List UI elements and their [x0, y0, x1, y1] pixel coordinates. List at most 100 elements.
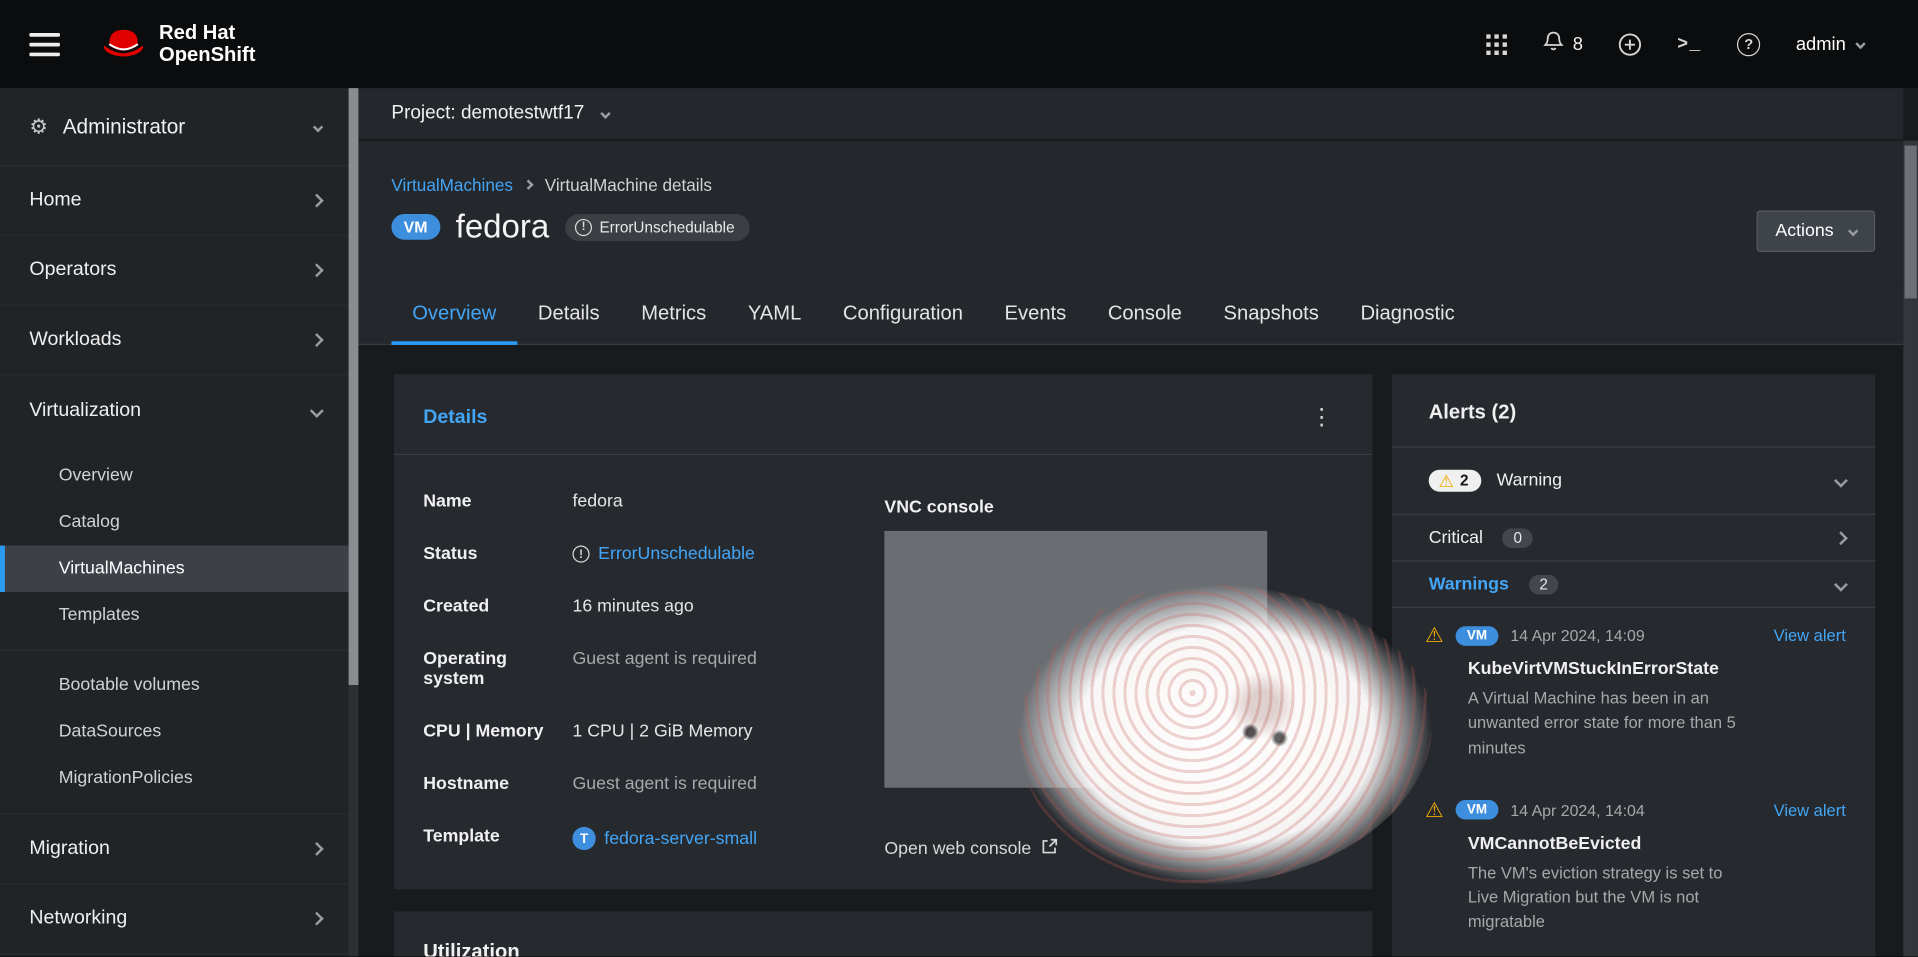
view-alert-link[interactable]: View alert [1774, 801, 1846, 819]
tab-metrics[interactable]: Metrics [620, 284, 727, 344]
sidebar-item-bootable-volumes[interactable]: Bootable volumes [0, 662, 349, 708]
warning-triangle-icon: ⚠ [1438, 472, 1453, 489]
external-link-icon [1041, 838, 1058, 860]
sidebar-item-home[interactable]: Home [0, 166, 349, 236]
sidebar-item-label: Migration [29, 838, 110, 860]
breadcrumb-link-virtualmachines[interactable]: VirtualMachines [391, 175, 513, 195]
alert-group-critical[interactable]: Critical 0 [1392, 515, 1875, 560]
field-label: Created [423, 597, 572, 617]
tab-details[interactable]: Details [517, 284, 620, 344]
template-link[interactable]: fedora-server-small [604, 829, 757, 849]
tab-overview[interactable]: Overview [391, 284, 517, 344]
field-label: CPU | Memory [423, 722, 572, 742]
sidebar: ⚙ Administrator Home Operators Workloads… [0, 88, 349, 956]
sidebar-scrollbar[interactable] [349, 88, 359, 956]
project-selector-label: Project: demotestwtf17 [391, 103, 584, 125]
field-value: 1 CPU | 2 GiB Memory [572, 722, 752, 742]
alert-timestamp: 14 Apr 2024, 14:09 [1510, 626, 1644, 644]
brand-text: Red Hat OpenShift [159, 21, 255, 66]
exclamation-circle-icon: ! [575, 218, 592, 235]
tab-events[interactable]: Events [984, 284, 1087, 344]
tab-console[interactable]: Console [1087, 284, 1203, 344]
bell-icon [1542, 30, 1564, 58]
tab-configuration[interactable]: Configuration [822, 284, 984, 344]
group-label: Warnings [1429, 574, 1509, 594]
perspective-switcher[interactable]: ⚙ Administrator [0, 88, 349, 166]
chevron-right-icon [310, 333, 324, 347]
alerts-summary-row[interactable]: ⚠ 2 Warning [1392, 448, 1875, 514]
brand-logo[interactable]: Red Hat OpenShift [102, 21, 256, 66]
gear-icon: ⚙ [29, 114, 48, 138]
tab-diagnostic[interactable]: Diagnostic [1340, 284, 1476, 344]
sidebar-item-datasources[interactable]: DataSources [0, 708, 349, 754]
details-card-header: Details ⋮ [394, 374, 1373, 454]
sidebar-item-label: Overview [59, 466, 133, 486]
alert-timestamp: 14 Apr 2024, 14:04 [1510, 801, 1644, 819]
field-created: Created 16 minutes ago [423, 597, 888, 617]
nav-toggle-icon[interactable] [29, 32, 60, 55]
chevron-down-icon [313, 121, 323, 131]
scrollbar-thumb[interactable] [1905, 146, 1917, 299]
field-hostname: Hostname Guest agent is required [423, 774, 888, 794]
sidebar-item-label: Home [29, 190, 81, 212]
sidebar-item-templates[interactable]: Templates [0, 592, 349, 638]
quick-create-button[interactable] [1618, 32, 1641, 55]
sidebar-item-virt-overview[interactable]: Overview [0, 453, 349, 499]
kebab-menu-icon[interactable]: ⋮ [1300, 404, 1343, 432]
sidebar-item-migration[interactable]: Migration [0, 815, 349, 885]
chevron-down-icon [1834, 577, 1848, 591]
tab-bar: Overview Details Metrics YAML Configurat… [358, 284, 1903, 345]
alert-description: A Virtual Machine has been in an unwante… [1468, 686, 1752, 760]
sidebar-item-networking[interactable]: Networking [0, 884, 349, 954]
tab-snapshots[interactable]: Snapshots [1203, 284, 1340, 344]
open-web-console-link[interactable]: Open web console [884, 838, 1058, 860]
warning-count: 2 [1460, 472, 1469, 489]
masthead-utilities: 8 >_ ? admin [1486, 30, 1918, 58]
field-value: Guest agent is required [572, 650, 756, 670]
status-link[interactable]: ErrorUnschedulable [598, 544, 755, 564]
tab-yaml[interactable]: YAML [727, 284, 822, 344]
template-kind-badge: T [572, 827, 595, 850]
field-operating-system: Operating system Guest agent is required [423, 650, 888, 689]
window-scrollbar[interactable] [1903, 141, 1918, 957]
sidebar-item-label: Virtualization [29, 399, 141, 421]
warning-summary-label: Warning [1497, 471, 1562, 491]
user-menu[interactable]: admin [1796, 34, 1864, 55]
alerts-card-header: Alerts (2) [1392, 374, 1875, 446]
details-card-title[interactable]: Details [423, 407, 487, 429]
scrollbar-thumb[interactable] [349, 88, 359, 685]
vnc-console-preview[interactable] [884, 531, 1267, 788]
sidebar-item-label: Operators [29, 259, 116, 281]
sidebar-item-catalog[interactable]: Catalog [0, 499, 349, 545]
field-label: Operating system [423, 650, 572, 689]
field-value: 16 minutes ago [572, 597, 693, 617]
sidebar-item-operators[interactable]: Operators [0, 236, 349, 306]
vnc-console-label: VNC console [884, 498, 993, 518]
help-button[interactable]: ? [1737, 32, 1760, 55]
chevron-right-icon [310, 842, 324, 856]
actions-button[interactable]: Actions [1757, 210, 1875, 252]
page-header: VirtualMachines VirtualMachine details V… [358, 141, 1903, 284]
sidebar-item-migrationpolicies[interactable]: MigrationPolicies [0, 755, 349, 801]
open-web-console-label: Open web console [884, 839, 1031, 859]
chevron-down-icon [600, 109, 610, 119]
alert-item-header: ⚠ VM 14 Apr 2024, 14:04 View alert [1425, 800, 1846, 821]
field-cpu-memory: CPU | Memory 1 CPU | 2 GiB Memory [423, 722, 888, 742]
sidebar-item-virtualmachines[interactable]: VirtualMachines [0, 546, 349, 592]
notifications-button[interactable]: 8 [1542, 30, 1583, 58]
status-badge-label: ErrorUnschedulable [599, 218, 734, 235]
status-badge[interactable]: ! ErrorUnschedulable [565, 213, 749, 240]
chevron-right-icon [1834, 531, 1848, 545]
alert-group-warnings[interactable]: Warnings 2 [1392, 561, 1875, 606]
sidebar-item-workloads[interactable]: Workloads [0, 306, 349, 376]
field-value: fedora [572, 492, 622, 512]
app-launcher-icon[interactable] [1486, 34, 1507, 55]
view-alert-link[interactable]: View alert [1774, 626, 1846, 644]
alert-description: The VM's eviction strategy is set to Liv… [1468, 861, 1752, 935]
alert-item: ⚠ VM 14 Apr 2024, 14:04 View alert VMCan… [1392, 783, 1875, 957]
chevron-right-icon [310, 263, 324, 277]
sidebar-item-virtualization[interactable]: Virtualization [0, 376, 349, 446]
masthead: Red Hat OpenShift 8 [0, 0, 1918, 88]
project-selector[interactable]: Project: demotestwtf17 [358, 88, 1903, 141]
web-terminal-icon[interactable]: >_ [1677, 34, 1701, 55]
